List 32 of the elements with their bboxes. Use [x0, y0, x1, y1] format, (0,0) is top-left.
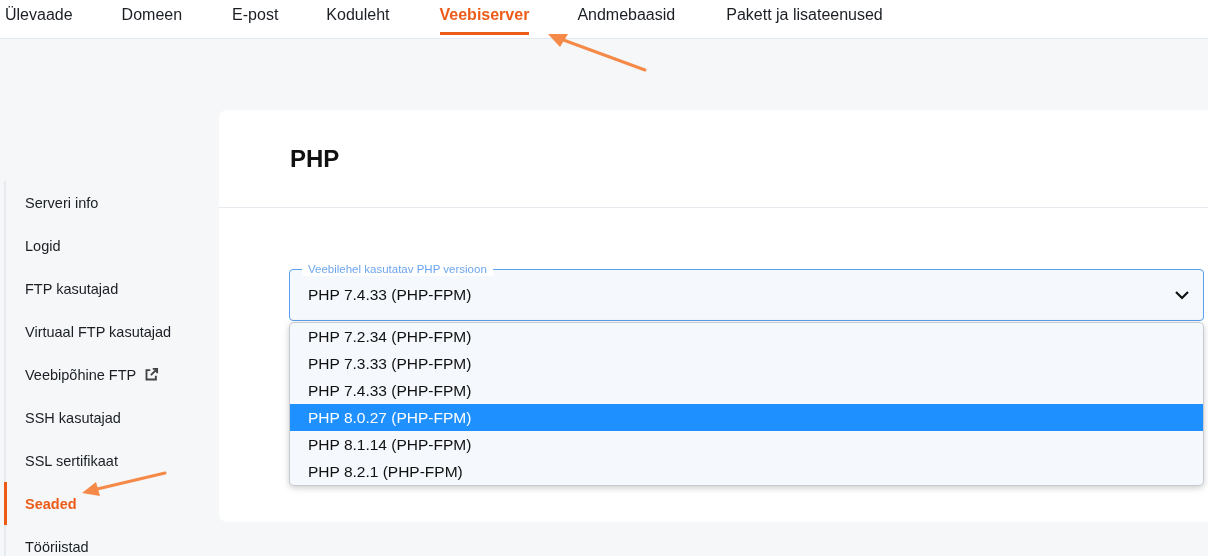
dropdown-option[interactable]: PHP 7.2.34 (PHP-FPM): [290, 323, 1203, 350]
sidebar-item[interactable]: SSH kasutajad: [4, 396, 219, 439]
nav-tab[interactable]: Domeen: [121, 0, 183, 35]
sidebar-item[interactable]: SSL sertifikaat: [4, 439, 219, 482]
sidebar-item-label: Tööriistad: [25, 538, 89, 555]
dropdown-option[interactable]: PHP 7.4.33 (PHP-FPM): [290, 377, 1203, 404]
nav-tab[interactable]: E-post: [232, 0, 279, 35]
sidebar-item-label: SSH kasutajad: [25, 409, 121, 426]
dropdown-option[interactable]: PHP 8.2.1 (PHP-FPM): [290, 458, 1203, 485]
sidebar-item-label: Seaded: [25, 495, 77, 512]
sidebar-item-label: FTP kasutajad: [25, 280, 119, 297]
sidebar-item[interactable]: Serveri info: [4, 181, 219, 224]
dropdown-option[interactable]: PHP 8.1.14 (PHP-FPM): [290, 431, 1203, 458]
sidebar-item[interactable]: FTP kasutajad: [4, 267, 219, 310]
chevron-down-icon: [1175, 290, 1189, 300]
external-link-icon: [144, 367, 160, 382]
sidebar-item-label: Serveri info: [25, 194, 99, 211]
sidebar-item[interactable]: Virtuaal FTP kasutajad: [4, 310, 219, 353]
nav-tab[interactable]: Andmebaasid: [577, 0, 676, 35]
nav-tab[interactable]: Ülevaade: [5, 0, 73, 35]
select-label: Veebilehel kasutatav PHP versioon: [302, 262, 493, 276]
sidebar-item-label: Logid: [25, 237, 61, 254]
nav-tab[interactable]: Koduleht: [326, 0, 390, 35]
sidebar-item[interactable]: Logid: [4, 224, 219, 267]
dropdown-option[interactable]: PHP 7.3.33 (PHP-FPM): [290, 350, 1203, 377]
sidebar-item-label: SSL sertifikaat: [25, 452, 118, 469]
sidebar-item[interactable]: Veebipõhine FTP: [4, 353, 219, 396]
sidebar-item-label: Veebipõhine FTP: [25, 366, 137, 383]
sidebar-item-label: Virtuaal FTP kasutajad: [25, 323, 172, 340]
nav-tab[interactable]: Pakett ja lisateenused: [726, 0, 883, 35]
section-title: PHP: [290, 144, 340, 173]
sidebar-item[interactable]: Tööriistad: [4, 525, 219, 556]
